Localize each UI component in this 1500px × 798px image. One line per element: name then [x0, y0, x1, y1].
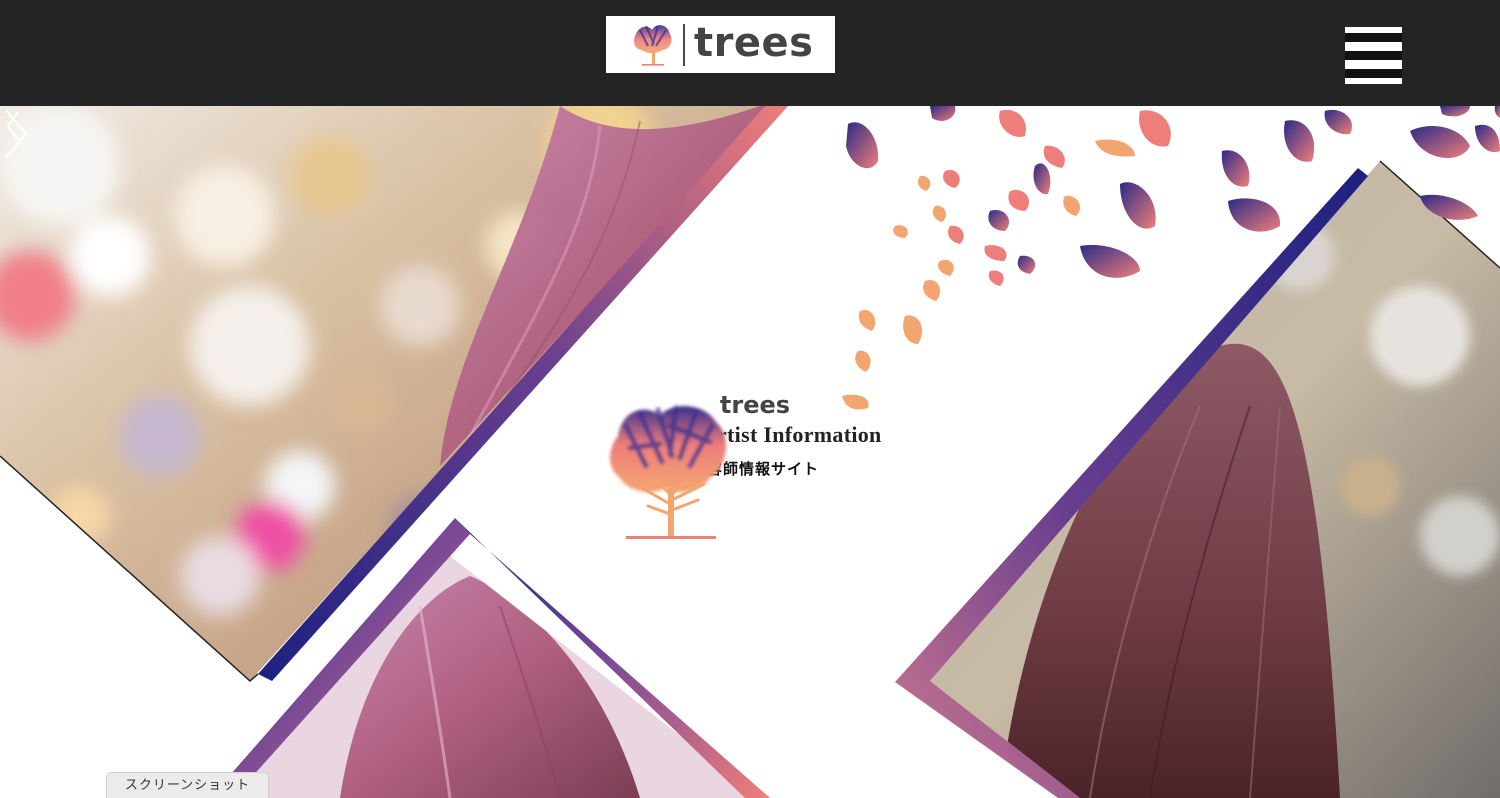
tree-logo-icon	[634, 25, 672, 66]
menu-bar-middle	[1345, 51, 1402, 60]
logo-text: trees	[694, 20, 814, 66]
menu-bar-top	[1345, 33, 1402, 42]
tree-brand-icon	[610, 405, 727, 539]
logo-divider	[683, 24, 685, 66]
right-photo-panel	[930, 161, 1500, 798]
site-header: trees	[0, 0, 1500, 106]
menu-bar-bottom	[1345, 69, 1402, 78]
center-brand: trees Beauty Artist Information 美容師情報サイト	[600, 391, 910, 539]
site-logo[interactable]: trees	[606, 16, 835, 73]
page: trees trees Beauty Artist Information 美容…	[0, 0, 1500, 798]
hero-slider: trees Beauty Artist Information 美容師情報サイト	[0, 106, 1500, 798]
chevron-right-icon[interactable]	[0, 106, 30, 162]
screenshot-tab[interactable]: スクリーンショット	[106, 772, 269, 798]
hamburger-menu-button[interactable]	[1345, 27, 1402, 84]
